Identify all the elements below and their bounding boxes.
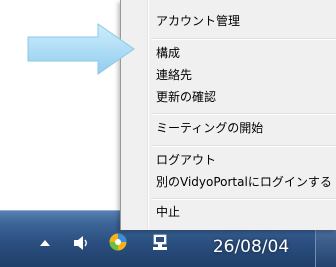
menu-separator [151,113,336,115]
menu-separator [151,38,336,40]
menu-item-check-updates[interactable]: 更新の確認 [156,87,216,107]
show-hidden-icons-arrow-icon[interactable] [40,240,50,246]
screenshot-stage: 20:42 26/08/04 アカウント管理 構成 連絡先 更新の確認 ミーティ… [0,0,336,267]
menu-item-start-meeting[interactable]: ミーティングの開始 [156,118,263,138]
clock-date: 26/08/04 [212,237,290,257]
annotation-pointer-arrow-icon [27,23,135,75]
menu-item-logout[interactable]: ログアウト [156,150,216,170]
vidyo-tray-icon[interactable] [108,232,128,252]
menu-item-exit[interactable]: 中止 [156,202,180,222]
menu-item-contacts[interactable]: 連絡先 [156,65,192,85]
menu-item-account-management[interactable]: アカウント管理 [156,11,240,31]
network-icon[interactable] [150,232,170,252]
menu-gutter-divider [147,0,149,230]
menu-item-configuration[interactable]: 構成 [156,43,180,63]
speaker-icon[interactable] [72,235,90,251]
menu-item-login-other-portal[interactable]: 別のVidyoPortalにログインする [156,172,332,192]
menu-separator [151,198,336,200]
menu-separator [151,145,336,147]
tray-context-menu: アカウント管理 構成 連絡先 更新の確認 ミーティングの開始 ログアウト 別のV… [120,0,336,230]
